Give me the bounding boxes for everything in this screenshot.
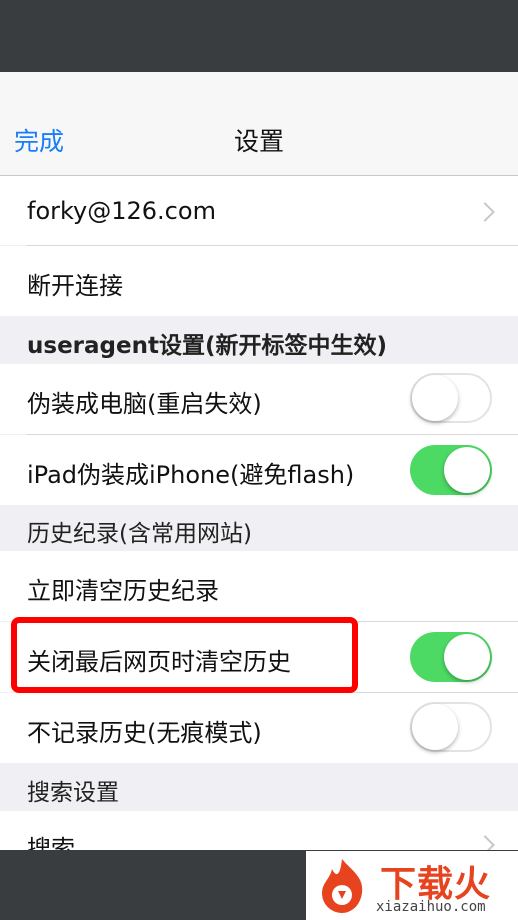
settings-screen: 完成 设置 forky@126.com 断开连接 useragent设置(新开标… bbox=[0, 72, 518, 850]
section-header-useragent: useragent设置(新开标签中生效) bbox=[0, 316, 518, 364]
disconnect-row[interactable]: 断开连接 bbox=[0, 246, 518, 316]
search-label: 搜索 bbox=[27, 835, 75, 850]
setting-row-ipad-ua: iPad伪装成iPhone(避免flash) bbox=[0, 435, 518, 505]
setting-label: 伪装成电脑(重启失效) bbox=[27, 390, 262, 418]
section-title: useragent设置(新开标签中生效) bbox=[27, 333, 387, 359]
page-title: 设置 bbox=[233, 127, 284, 156]
toggle-knob bbox=[412, 375, 458, 421]
clear-history-row[interactable]: 立即清空历史纪录 bbox=[0, 551, 518, 621]
section-title: 历史纪录(含常用网站) bbox=[27, 521, 252, 547]
chevron-right-icon bbox=[475, 835, 495, 850]
ipad-ua-toggle[interactable] bbox=[410, 445, 492, 495]
disconnect-label: 断开连接 bbox=[27, 272, 123, 300]
navigation-bar: 完成 设置 bbox=[0, 72, 518, 176]
search-row[interactable]: 搜索 bbox=[0, 811, 518, 850]
section-header-history: 历史纪录(含常用网站) bbox=[0, 505, 518, 551]
toggle-knob bbox=[444, 447, 490, 493]
desktop-ua-toggle[interactable] bbox=[410, 373, 492, 423]
toggle-knob bbox=[444, 634, 490, 680]
watermark: 下载火 xiazaihuo.com bbox=[306, 851, 518, 920]
watermark-site: xiazaihuo.com bbox=[376, 899, 486, 915]
clear-history-label: 立即清空历史纪录 bbox=[27, 577, 219, 605]
setting-row-private-mode: 不记录历史(无痕模式) bbox=[0, 693, 518, 763]
account-email: forky@126.com bbox=[27, 197, 216, 225]
account-row[interactable]: forky@126.com bbox=[0, 176, 518, 245]
private-mode-toggle[interactable] bbox=[410, 702, 492, 752]
highlight-box bbox=[11, 617, 358, 693]
clear-on-close-toggle[interactable] bbox=[410, 632, 492, 682]
setting-row-desktop-ua: 伪装成电脑(重启失效) bbox=[0, 364, 518, 434]
section-header-search: 搜索设置 bbox=[0, 763, 518, 811]
toggle-knob bbox=[412, 704, 458, 750]
flame-logo-icon bbox=[322, 859, 363, 913]
status-bar-area bbox=[0, 0, 518, 72]
chevron-right-icon bbox=[475, 202, 495, 222]
setting-label: 不记录历史(无痕模式) bbox=[27, 719, 262, 747]
section-title: 搜索设置 bbox=[27, 780, 119, 806]
setting-label: iPad伪装成iPhone(避免flash) bbox=[27, 461, 355, 489]
